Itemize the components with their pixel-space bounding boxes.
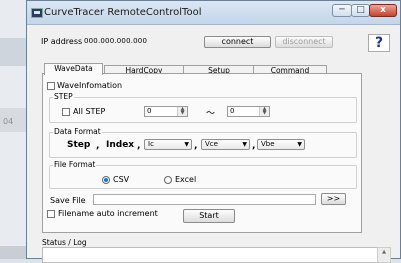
- excel-label: Excel: [175, 175, 197, 184]
- range-separator: ～: [206, 109, 216, 119]
- csv-radio[interactable]: [102, 175, 110, 184]
- ip-address-label: IP address: [41, 37, 83, 46]
- vbe-select-value: Vbe: [261, 140, 275, 148]
- spin-icon[interactable]: ▲ ▼: [259, 107, 269, 116]
- status-log-area[interactable]: [42, 247, 379, 263]
- scrollbar[interactable]: ▲: [377, 247, 391, 263]
- chevron-down-icon: ▼: [184, 141, 189, 148]
- ic-select-value: Ic: [148, 140, 154, 148]
- all-step-label: All STEP: [73, 107, 106, 116]
- close-button[interactable]: x: [369, 4, 397, 17]
- comma-separator: ,: [137, 141, 141, 151]
- status-log-label: Status / Log: [42, 238, 87, 247]
- format-step-label: Step: [67, 140, 91, 150]
- comma-separator: ,: [194, 141, 198, 151]
- step-from-input[interactable]: 0 ▲ ▼: [144, 106, 188, 117]
- browse-button[interactable]: >>: [321, 193, 346, 205]
- chevron-down-icon: ▼: [297, 141, 302, 148]
- csv-label: CSV: [113, 175, 130, 184]
- step-group-label: STEP: [53, 92, 74, 101]
- comma-separator: ,: [96, 141, 100, 151]
- vbe-select[interactable]: Vbe ▼: [257, 139, 305, 150]
- disconnect-button[interactable]: disconnect: [275, 36, 333, 48]
- step-to-value: 0: [230, 107, 235, 115]
- step-from-value: 0: [147, 107, 152, 115]
- save-file-label: Save File: [50, 196, 86, 205]
- ip-address-input[interactable]: 000.000.000.000: [84, 37, 147, 45]
- maximize-button[interactable]: □: [351, 4, 370, 17]
- vce-select-value: Vce: [205, 140, 218, 148]
- format-index-label: Index: [106, 140, 135, 150]
- help-button[interactable]: ?: [368, 34, 390, 52]
- all-step-checkbox[interactable]: [62, 107, 70, 116]
- main-window: CurveTracer RemoteControlTool ─ □ x IP a…: [26, 0, 401, 263]
- spin-icon[interactable]: ▲ ▼: [177, 107, 187, 116]
- wavedata-panel: WaveInfomation STEP All STEP 0 ▲ ▼ ～ 0 ▲ ▼…: [42, 73, 362, 233]
- chevron-down-icon: ▼: [242, 141, 247, 148]
- ic-select[interactable]: Ic ▼: [144, 139, 192, 150]
- data-format-label: Data Format: [53, 127, 102, 136]
- step-to-input[interactable]: 0 ▲ ▼: [227, 106, 270, 117]
- background-label: 04: [3, 117, 14, 126]
- minimize-button[interactable]: ─: [332, 4, 352, 17]
- save-file-input[interactable]: [93, 194, 316, 205]
- wave-info-checkbox[interactable]: [47, 81, 55, 90]
- start-button[interactable]: Start: [183, 209, 235, 223]
- comma-separator: ,: [252, 141, 256, 151]
- title-bar[interactable]: CurveTracer RemoteControlTool ─ □ x: [27, 1, 400, 25]
- tab-wavedata[interactable]: WaveData: [44, 63, 103, 75]
- file-format-label: File Format: [53, 160, 97, 169]
- window-title: CurveTracer RemoteControlTool: [44, 7, 202, 18]
- app-icon: [31, 8, 43, 18]
- connect-button[interactable]: connect: [204, 36, 271, 48]
- vce-select[interactable]: Vce ▼: [201, 139, 250, 150]
- wave-info-label: WaveInfomation: [57, 81, 123, 90]
- excel-radio[interactable]: [164, 175, 172, 184]
- auto-increment-checkbox[interactable]: [47, 209, 55, 218]
- auto-increment-label: Filename auto increment: [58, 209, 158, 218]
